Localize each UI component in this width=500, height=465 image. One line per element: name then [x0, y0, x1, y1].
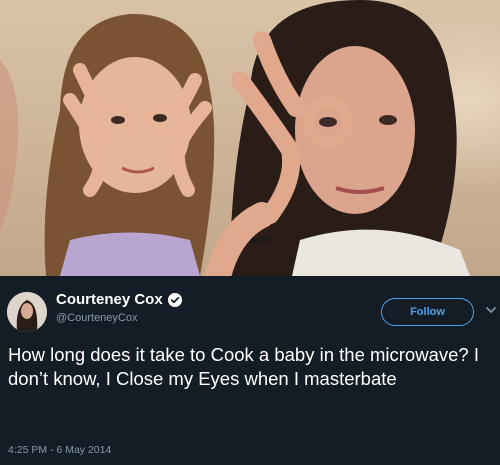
tweet-photo: [0, 0, 500, 276]
author-handle[interactable]: @CourteneyCox: [56, 313, 182, 324]
photo-illustration: [0, 0, 470, 276]
chevron-down-icon[interactable]: [485, 304, 497, 316]
follow-button[interactable]: Follow: [381, 298, 474, 326]
tweet-card: Courteney Cox @CourteneyCox Follow How l…: [0, 276, 500, 465]
avatar[interactable]: [7, 292, 47, 332]
tweet-text: How long does it take to Cook a baby in …: [8, 344, 479, 389]
verified-badge-icon: [167, 292, 182, 307]
profile-avatar-icon: [7, 292, 47, 332]
tweet-author: Courteney Cox @CourteneyCox: [56, 292, 182, 324]
author-name-row: Courteney Cox: [56, 292, 182, 307]
tweet-timestamp[interactable]: 4:25 PM - 6 May 2014: [8, 444, 111, 456]
tweet-screenshot: Courteney Cox @CourteneyCox Follow How l…: [0, 0, 500, 465]
author-display-name[interactable]: Courteney Cox: [56, 292, 163, 307]
